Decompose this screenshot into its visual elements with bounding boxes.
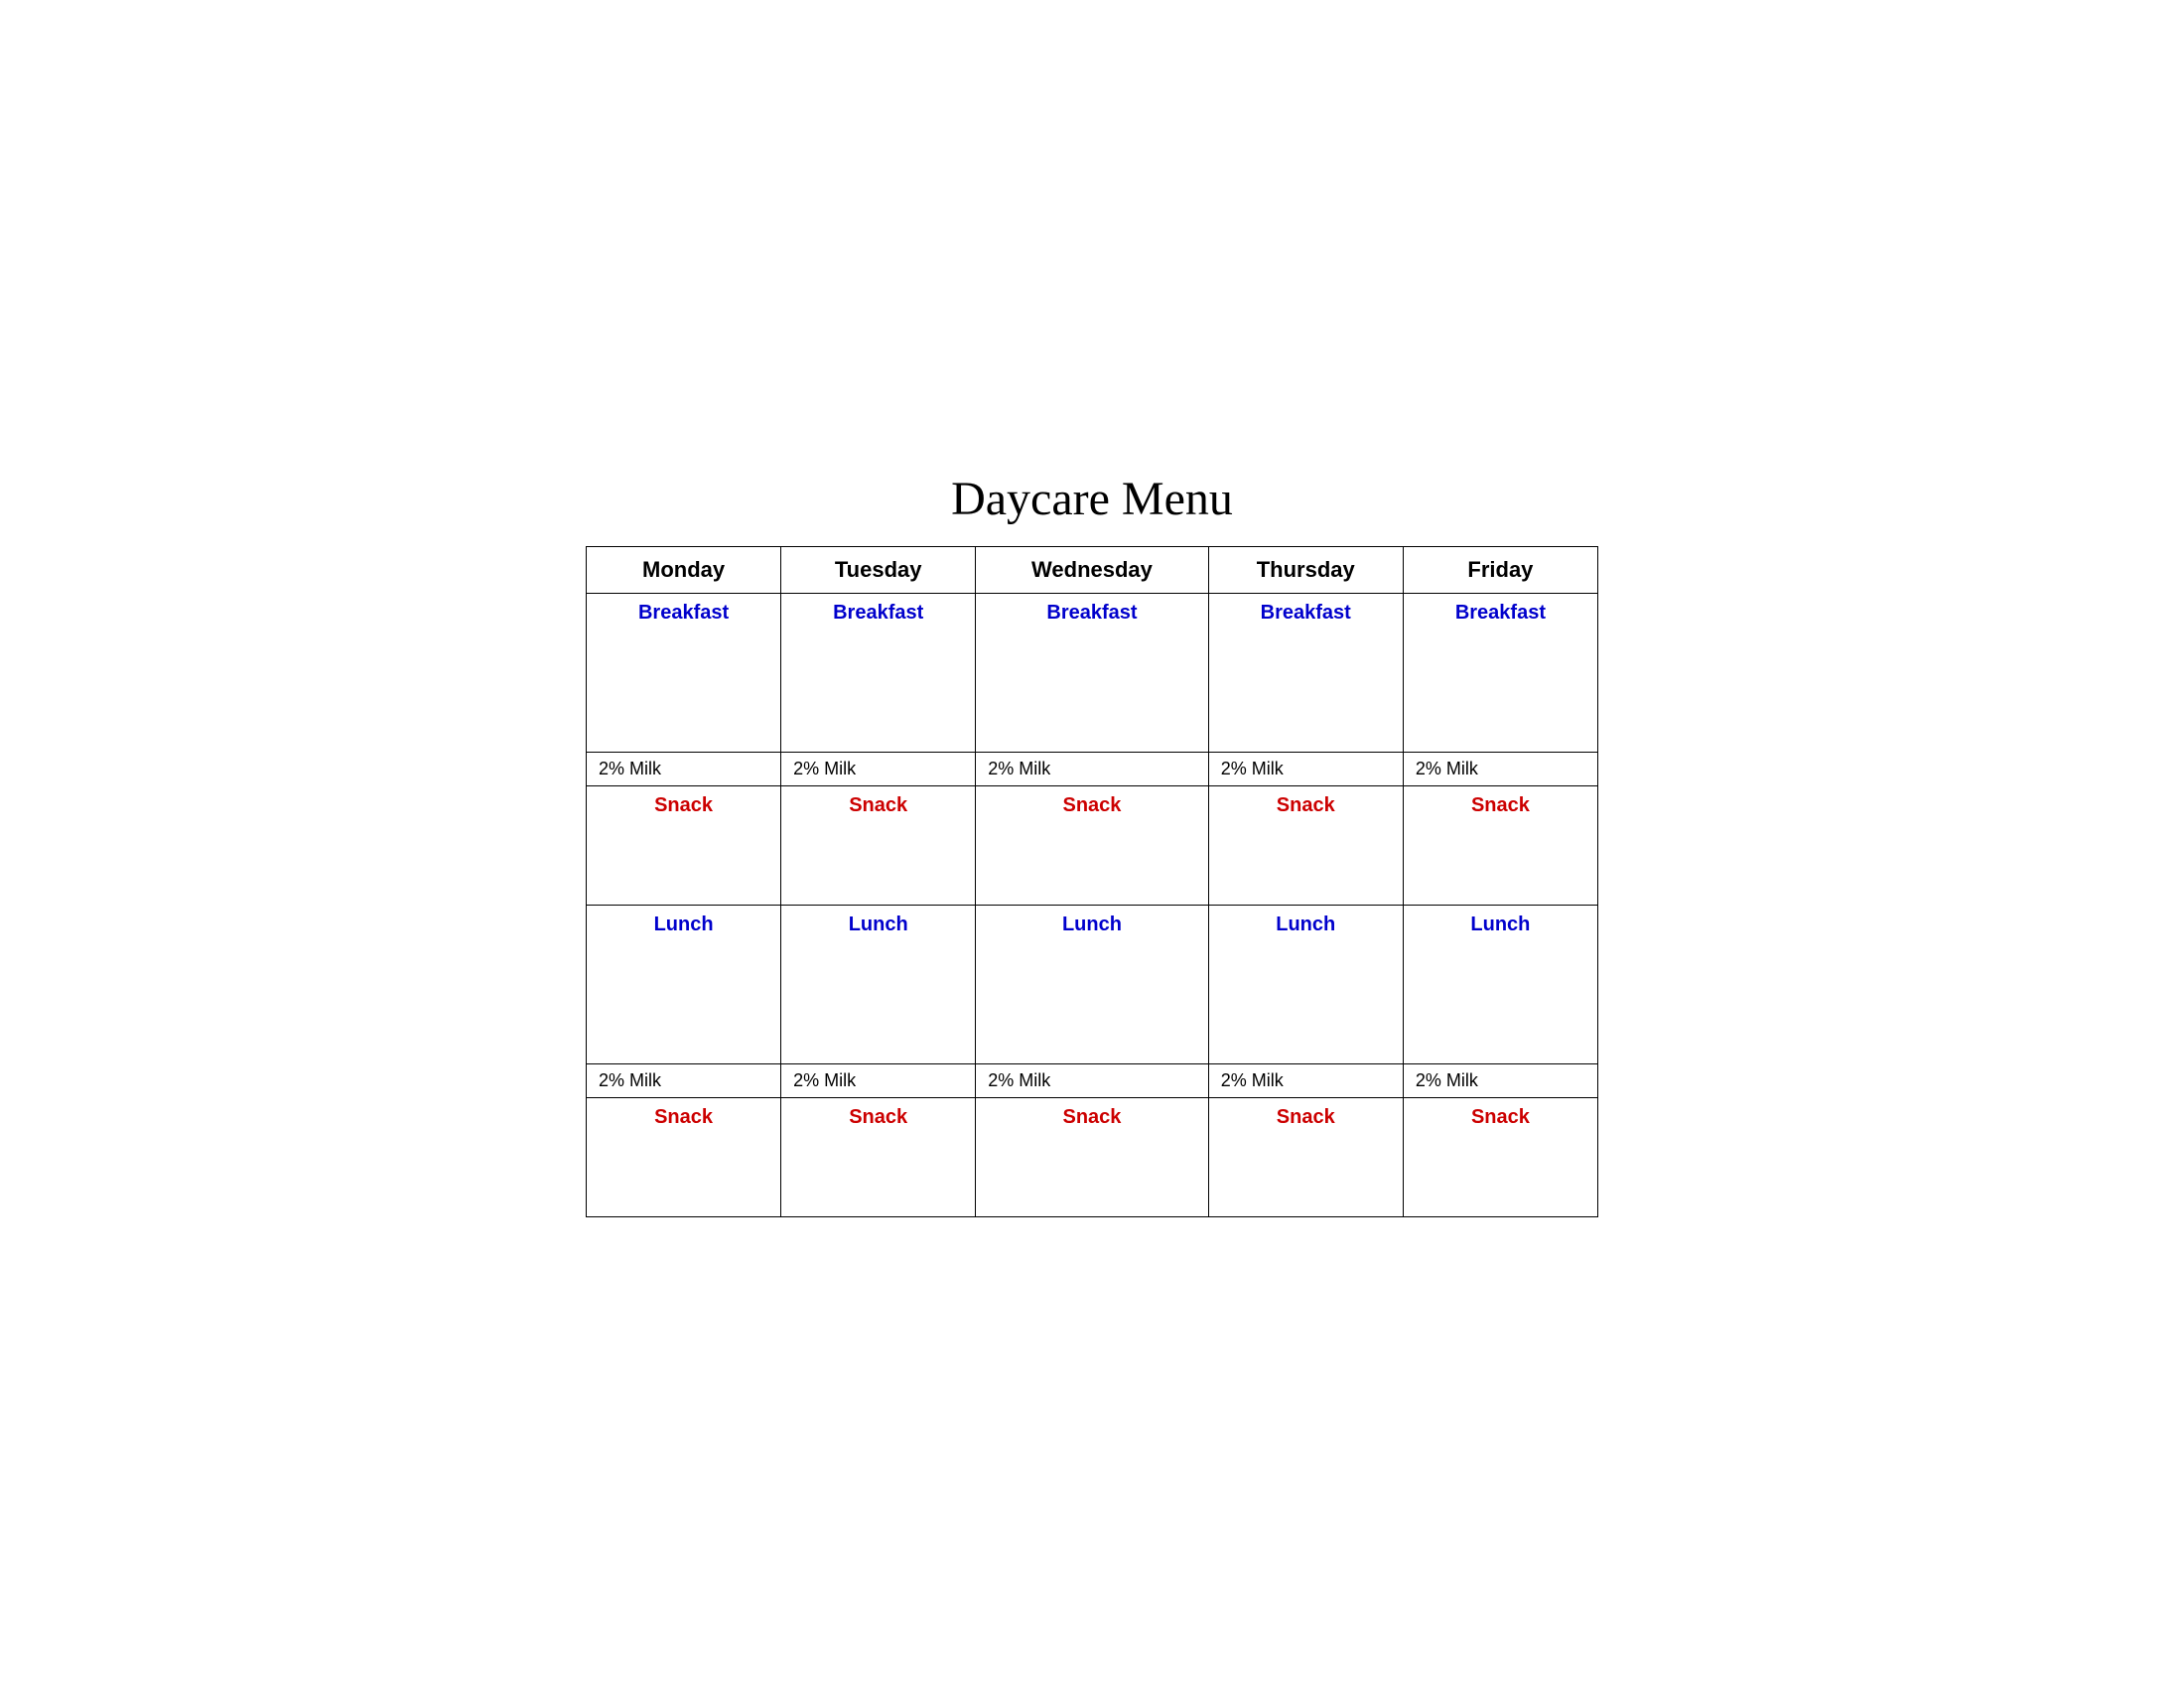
lunch-friday: Lunch <box>1403 905 1597 1063</box>
breakfast-monday: Breakfast <box>587 593 781 752</box>
milk2-thursday: 2% Milk <box>1208 1063 1403 1097</box>
header-thursday: Thursday <box>1208 546 1403 593</box>
snack2-label-friday: Snack <box>1416 1106 1585 1129</box>
lunch-label-thursday: Lunch <box>1221 914 1391 936</box>
snack1-thursday: Snack <box>1208 785 1403 905</box>
lunch-row: Lunch Lunch Lunch Lunch Lunch <box>587 905 1598 1063</box>
lunch-monday: Lunch <box>587 905 781 1063</box>
milk1-monday: 2% Milk <box>587 752 781 785</box>
lunch-wednesday: Lunch <box>976 905 1208 1063</box>
lunch-thursday: Lunch <box>1208 905 1403 1063</box>
header-row: Monday Tuesday Wednesday Thursday Friday <box>587 546 1598 593</box>
snack1-row: Snack Snack Snack Snack Snack <box>587 785 1598 905</box>
header-tuesday: Tuesday <box>781 546 976 593</box>
milk2-tuesday: 2% Milk <box>781 1063 976 1097</box>
header-friday: Friday <box>1403 546 1597 593</box>
milk2-monday: 2% Milk <box>587 1063 781 1097</box>
lunch-label-tuesday: Lunch <box>793 914 963 936</box>
milk1-friday: 2% Milk <box>1403 752 1597 785</box>
snack1-label-monday: Snack <box>599 794 768 817</box>
menu-table: Monday Tuesday Wednesday Thursday Friday… <box>586 546 1598 1217</box>
snack1-label-friday: Snack <box>1416 794 1585 817</box>
snack1-label-tuesday: Snack <box>793 794 963 817</box>
lunch-tuesday: Lunch <box>781 905 976 1063</box>
snack1-tuesday: Snack <box>781 785 976 905</box>
snack2-label-monday: Snack <box>599 1106 768 1129</box>
snack1-friday: Snack <box>1403 785 1597 905</box>
snack1-label-thursday: Snack <box>1221 794 1391 817</box>
page-title: Daycare Menu <box>586 472 1598 526</box>
breakfast-row: Breakfast Breakfast Breakfast Breakfast … <box>587 593 1598 752</box>
lunch-label-monday: Lunch <box>599 914 768 936</box>
snack1-wednesday: Snack <box>976 785 1208 905</box>
snack2-row: Snack Snack Snack Snack Snack <box>587 1097 1598 1216</box>
breakfast-tuesday: Breakfast <box>781 593 976 752</box>
header-monday: Monday <box>587 546 781 593</box>
milk1-wednesday: 2% Milk <box>976 752 1208 785</box>
snack2-tuesday: Snack <box>781 1097 976 1216</box>
milk2-row: 2% Milk 2% Milk 2% Milk 2% Milk 2% Milk <box>587 1063 1598 1097</box>
snack2-label-wednesday: Snack <box>988 1106 1195 1129</box>
breakfast-label-tuesday: Breakfast <box>793 602 963 625</box>
snack1-monday: Snack <box>587 785 781 905</box>
milk2-wednesday: 2% Milk <box>976 1063 1208 1097</box>
snack2-monday: Snack <box>587 1097 781 1216</box>
milk1-row: 2% Milk 2% Milk 2% Milk 2% Milk 2% Milk <box>587 752 1598 785</box>
snack2-wednesday: Snack <box>976 1097 1208 1216</box>
page-container: Daycare Menu Monday Tuesday Wednesday Th… <box>546 412 1638 1277</box>
breakfast-friday: Breakfast <box>1403 593 1597 752</box>
snack2-label-thursday: Snack <box>1221 1106 1391 1129</box>
milk1-tuesday: 2% Milk <box>781 752 976 785</box>
breakfast-label-wednesday: Breakfast <box>988 602 1195 625</box>
breakfast-label-monday: Breakfast <box>599 602 768 625</box>
snack2-thursday: Snack <box>1208 1097 1403 1216</box>
breakfast-wednesday: Breakfast <box>976 593 1208 752</box>
header-wednesday: Wednesday <box>976 546 1208 593</box>
snack2-friday: Snack <box>1403 1097 1597 1216</box>
lunch-label-wednesday: Lunch <box>988 914 1195 936</box>
breakfast-thursday: Breakfast <box>1208 593 1403 752</box>
snack2-label-tuesday: Snack <box>793 1106 963 1129</box>
breakfast-label-friday: Breakfast <box>1416 602 1585 625</box>
breakfast-label-thursday: Breakfast <box>1221 602 1391 625</box>
snack1-label-wednesday: Snack <box>988 794 1195 817</box>
lunch-label-friday: Lunch <box>1416 914 1585 936</box>
milk2-friday: 2% Milk <box>1403 1063 1597 1097</box>
milk1-thursday: 2% Milk <box>1208 752 1403 785</box>
